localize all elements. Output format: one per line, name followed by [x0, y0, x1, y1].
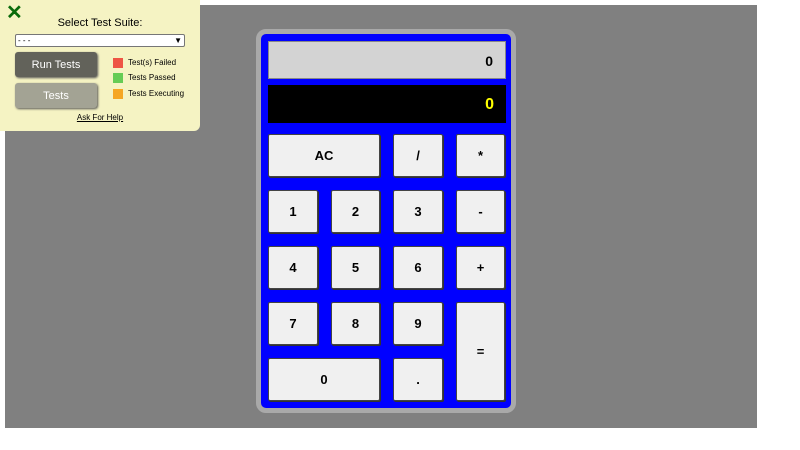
digit-8-button[interactable]: 8	[331, 302, 380, 345]
executing-swatch-icon	[113, 89, 123, 99]
test-panel: ✕ Select Test Suite: - - - ▼ Run Tests T…	[0, 0, 200, 131]
multiply-button[interactable]: *	[456, 134, 505, 177]
test-suite-select[interactable]: - - - ▼	[15, 34, 185, 47]
digit-7-button[interactable]: 7	[268, 302, 318, 345]
test-suite-select-value: - - -	[18, 36, 31, 45]
legend-label: Test(s) Failed	[128, 58, 177, 67]
tests-button[interactable]: Tests	[15, 83, 97, 108]
ac-button[interactable]: AC	[268, 134, 380, 177]
legend-label: Tests Executing	[128, 89, 185, 98]
digit-6-button[interactable]: 6	[393, 246, 443, 289]
digit-0-button[interactable]: 0	[268, 358, 380, 401]
divide-button[interactable]: /	[393, 134, 443, 177]
digit-1-button[interactable]: 1	[268, 190, 318, 233]
digit-2-button[interactable]: 2	[331, 190, 380, 233]
chevron-down-icon: ▼	[174, 36, 182, 45]
suite-title: Select Test Suite:	[57, 17, 143, 29]
run-tests-button[interactable]: Run Tests	[15, 52, 97, 77]
digit-3-button[interactable]: 3	[393, 190, 443, 233]
equals-button[interactable]: =	[456, 302, 505, 401]
digit-4-button[interactable]: 4	[268, 246, 318, 289]
ask-for-help-link[interactable]: Ask For Help	[0, 113, 200, 122]
failed-swatch-icon	[113, 58, 123, 68]
calculator: 0 0 AC / * 1 2 3 - 4 5 6 + 7 8 9 = 0 .	[256, 29, 516, 413]
history-display: 0	[268, 41, 506, 79]
legend-label: Tests Passed	[128, 73, 176, 82]
digit-5-button[interactable]: 5	[331, 246, 380, 289]
decimal-button[interactable]: .	[393, 358, 443, 401]
minus-button[interactable]: -	[456, 190, 505, 233]
result-display: 0	[268, 85, 506, 123]
digit-9-button[interactable]: 9	[393, 302, 443, 345]
plus-button[interactable]: +	[456, 246, 505, 289]
passed-swatch-icon	[113, 73, 123, 83]
